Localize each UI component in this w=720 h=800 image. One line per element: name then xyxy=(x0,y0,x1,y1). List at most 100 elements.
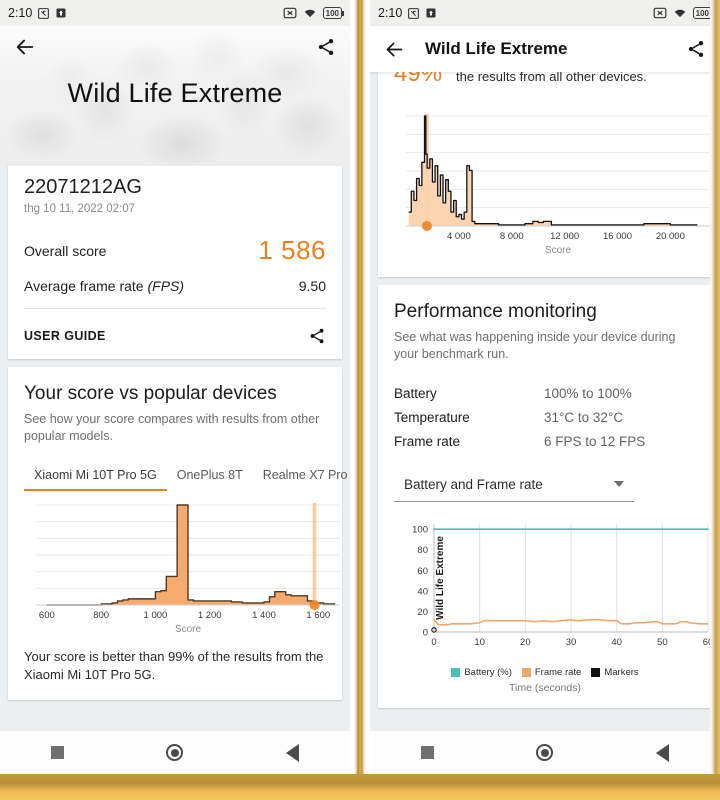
svg-text:1 400: 1 400 xyxy=(252,610,276,621)
svg-text:1 200: 1 200 xyxy=(198,610,222,621)
battery-icon: 100 xyxy=(322,7,345,19)
card-divider xyxy=(24,308,326,309)
svg-text:8 000: 8 000 xyxy=(500,231,524,242)
status-time: 2:10 xyxy=(8,6,33,20)
metric-select[interactable]: Battery and Frame rate xyxy=(394,469,634,502)
svg-text:Score: Score xyxy=(175,624,202,635)
perf-value-frame-rate: 6 FPS to 12 FPS xyxy=(544,433,646,449)
recents-square-icon[interactable] xyxy=(51,746,65,759)
percentile-value: 49% xyxy=(394,72,443,87)
page-title: Wild Life Extreme xyxy=(67,78,283,108)
no-sim-icon xyxy=(653,7,667,19)
popular-device-histogram-svg: 600 800 1 000 1 200 1 400 1 600 Score xyxy=(36,502,340,635)
battery-level: 100 xyxy=(325,8,339,18)
perf-key-frame-rate: Frame rate xyxy=(394,433,461,449)
wifi-icon xyxy=(673,7,687,19)
battery-level: 100 xyxy=(695,8,709,18)
comparison-card: Your score vs popular devices See how yo… xyxy=(8,367,348,701)
legend-swatch-battery xyxy=(451,667,461,677)
svg-text:1 000: 1 000 xyxy=(144,610,168,621)
back-triangle-icon[interactable] xyxy=(655,743,669,762)
tab-realme-x7-pro[interactable]: Realme X7 Pro xyxy=(253,462,350,491)
right-phone-panel: 2:10 100 Wild Life Extreme 49% the resul… xyxy=(370,0,720,774)
performance-monitoring-card: Performance monitoring See what was happ… xyxy=(378,285,713,708)
back-triangle-icon[interactable] xyxy=(285,743,299,762)
home-circle-icon[interactable] xyxy=(536,744,554,761)
upload-icon xyxy=(425,7,437,19)
performance-title: Performance monitoring xyxy=(394,301,597,322)
performance-chart-svg: 0 10 20 30 40 50 60020406080100Wild Life Extre… xyxy=(412,523,713,648)
popular-device-histogram: 600 800 1 000 1 200 1 400 1 600 Score xyxy=(8,491,342,644)
comparison-footnote: Your score is better than 99% of the res… xyxy=(24,648,324,682)
right-scroll-area[interactable]: 49% the results from all other devices. … xyxy=(370,72,720,774)
recents-square-icon[interactable] xyxy=(421,746,435,759)
tab-xiaomi-mi-10t-pro-5g[interactable]: Xiaomi Mi 10T Pro 5G xyxy=(24,462,167,491)
perf-value-temperature: 31°C to 32°C xyxy=(544,409,624,425)
screen-rotate-icon xyxy=(37,7,50,20)
result-date: thg 10 11, 2022 02:07 xyxy=(24,203,136,215)
status-time: 2:10 xyxy=(378,6,403,20)
fps-value: 9.50 xyxy=(298,278,326,294)
no-sim-icon xyxy=(283,7,297,19)
chevron-down-icon[interactable] xyxy=(614,481,624,487)
svg-text:800: 800 xyxy=(93,610,109,621)
status-bar-right: 2:10 100 xyxy=(370,0,720,26)
svg-text:0: 0 xyxy=(431,637,436,648)
panel-divider xyxy=(350,0,370,800)
svg-text:0: 0 xyxy=(423,627,428,638)
share-icon[interactable] xyxy=(308,327,326,345)
perf-row-battery: Battery 100% to 100% xyxy=(394,364,696,401)
svg-text:Score: Score xyxy=(545,245,572,256)
overall-score-value: 1 586 xyxy=(258,235,326,265)
svg-text:4 000: 4 000 xyxy=(447,231,471,242)
wifi-icon xyxy=(303,7,317,19)
svg-text:12 000: 12 000 xyxy=(550,231,579,242)
comparison-subtitle: See how your score compares with results… xyxy=(24,412,320,444)
app-bar: Wild Life Extreme xyxy=(370,26,720,72)
screen-rotate-icon xyxy=(407,7,420,20)
legend-item-frame-rate: Frame rate xyxy=(521,667,581,678)
left-scroll-area[interactable]: Wild Life Extreme 22071212AG thg 10 11, … xyxy=(0,26,350,774)
svg-text:20: 20 xyxy=(417,606,428,617)
svg-text:50: 50 xyxy=(657,637,668,648)
result-card: 22071212AG thg 10 11, 2022 02:07 Overall… xyxy=(8,160,342,359)
back-arrow-icon[interactable] xyxy=(14,36,36,58)
android-navigation-bar-left xyxy=(0,730,350,774)
perf-key-temperature: Temperature xyxy=(394,409,470,425)
perf-key-battery: Battery xyxy=(394,385,437,401)
svg-text:16 000: 16 000 xyxy=(603,231,632,242)
svg-text:60: 60 xyxy=(417,565,428,576)
all-devices-histogram: 4 000 8 000 12 000 16 000 20 000 Score xyxy=(378,106,712,277)
device-name: 22071212AG xyxy=(24,176,142,198)
home-circle-icon[interactable] xyxy=(166,744,184,761)
screenshot-frame: 2:10 100 Wild Life Extreme 22071212AG th… xyxy=(0,0,720,800)
user-guide-row[interactable]: USER GUIDE xyxy=(8,315,342,359)
all-devices-histogram-svg: 4 000 8 000 12 000 16 000 20 000 Score xyxy=(406,114,710,256)
share-icon[interactable] xyxy=(316,37,336,57)
share-icon[interactable] xyxy=(686,39,706,59)
frame-bottom-edge xyxy=(0,774,720,800)
tab-oneplus-8t[interactable]: OnePlus 8T xyxy=(167,462,253,491)
left-phone-panel: 2:10 100 Wild Life Extreme 22071212AG th… xyxy=(0,0,350,774)
legend-swatch-markers xyxy=(591,667,601,677)
hero-banner: Wild Life Extreme xyxy=(0,26,350,166)
perf-row-frame-rate: Frame rate 6 FPS to 12 FPS xyxy=(394,425,696,449)
overall-score-label: Overall score xyxy=(24,242,107,259)
device-tabs[interactable]: Xiaomi Mi 10T Pro 5G OnePlus 8T Realme X… xyxy=(24,462,348,491)
svg-text:80: 80 xyxy=(417,545,428,556)
metric-select-value: Battery and Frame rate xyxy=(404,476,543,492)
all-devices-card: 49% the results from all other devices. … xyxy=(378,72,712,277)
svg-text:40: 40 xyxy=(417,586,428,597)
frame-right-edge xyxy=(710,0,720,774)
user-guide-label[interactable]: USER GUIDE xyxy=(24,329,106,343)
perf-value-battery: 100% to 100% xyxy=(544,385,632,401)
perf-row-temperature: Temperature 31°C to 32°C xyxy=(394,401,696,425)
svg-text:100: 100 xyxy=(412,524,428,535)
percentile-text: the results from all other devices. xyxy=(456,72,647,84)
performance-monitoring-chart: 0 10 20 30 40 50 60 0 20 40 60 80 100 Wild Life Extre… xyxy=(378,502,713,663)
android-navigation-bar-right xyxy=(370,730,720,774)
svg-text:10: 10 xyxy=(474,637,485,648)
legend-item-markers: Markers xyxy=(591,667,639,678)
svg-text:40: 40 xyxy=(611,637,622,648)
back-arrow-icon[interactable] xyxy=(384,39,405,60)
